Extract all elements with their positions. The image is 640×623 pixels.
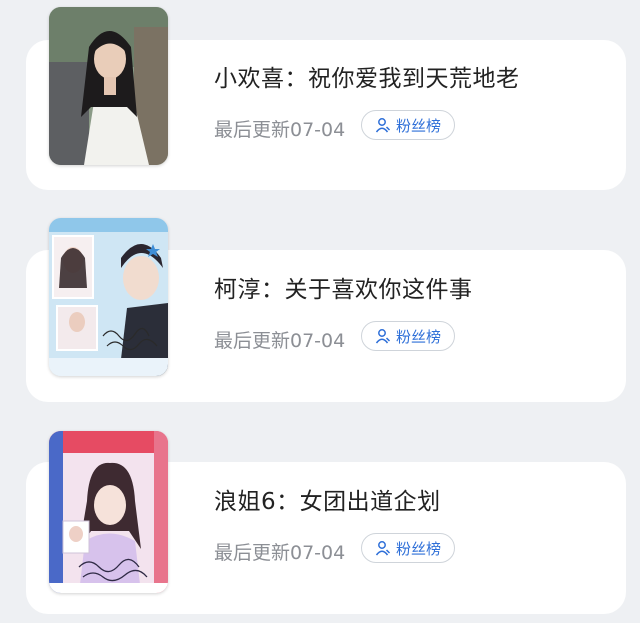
fan-ranking-button[interactable]: 粉丝榜 (361, 321, 455, 351)
item-title[interactable]: 小欢喜：祝你爱我到天荒地老 (214, 59, 520, 93)
person-icon (375, 328, 391, 344)
fan-ranking-label: 粉丝榜 (395, 539, 441, 558)
fan-ranking-button[interactable]: 粉丝榜 (361, 533, 455, 563)
person-icon (375, 117, 391, 133)
cover-image[interactable] (49, 7, 168, 165)
person-icon (375, 540, 391, 556)
last-updated-text: 最后更新07-04 (214, 119, 346, 141)
item-title[interactable]: 浪姐6：女团出道企划 (214, 482, 441, 516)
fan-ranking-button[interactable]: 粉丝榜 (361, 110, 455, 140)
last-updated-text: 最后更新07-04 (214, 330, 346, 352)
fan-ranking-label: 粉丝榜 (395, 116, 441, 135)
fan-ranking-label: 粉丝榜 (395, 327, 441, 346)
cover-image[interactable] (49, 431, 168, 593)
cover-image[interactable] (49, 218, 168, 376)
last-updated-text: 最后更新07-04 (214, 542, 346, 564)
item-title[interactable]: 柯淳：关于喜欢你这件事 (214, 270, 473, 304)
